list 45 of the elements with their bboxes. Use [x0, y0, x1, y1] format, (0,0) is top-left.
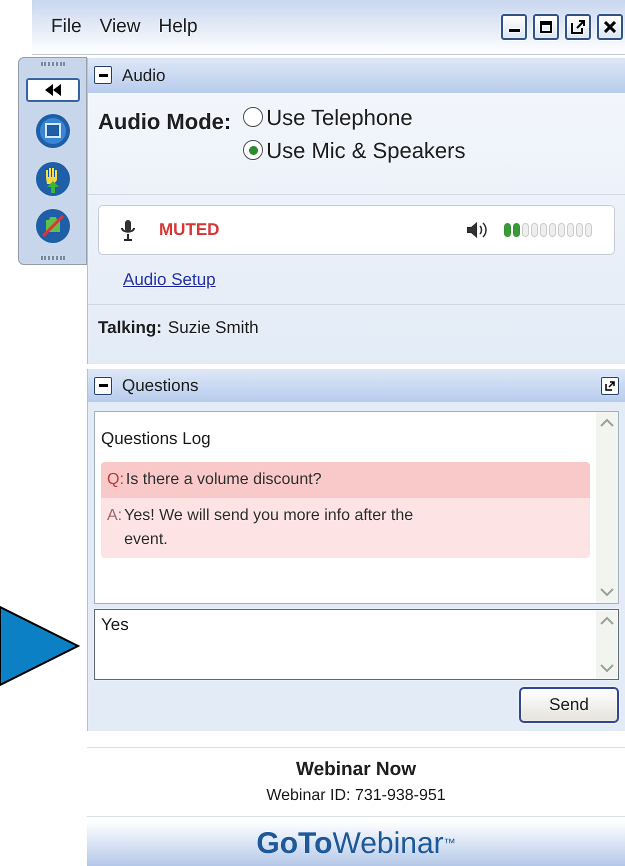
popout-icon [605, 380, 615, 391]
rewind-icon [44, 84, 62, 96]
send-button[interactable]: Send [519, 687, 619, 724]
mute-status: MUTED [159, 219, 220, 242]
collapse-button[interactable] [94, 66, 112, 84]
menu-item[interactable]: File [47, 12, 86, 42]
entry-prefix: A: [107, 506, 122, 526]
entry-text: Yes! We will send you more info after the event. [124, 506, 414, 550]
close-icon [604, 20, 616, 33]
menu-item[interactable]: View [96, 12, 144, 42]
raise-hand-icon[interactable] [34, 160, 70, 197]
talking-label: Talking: [98, 316, 162, 339]
close-button[interactable] [597, 14, 623, 40]
grip-icon[interactable] [40, 62, 64, 66]
lower-hand-icon[interactable] [34, 208, 70, 244]
radio-label: Use Mic & Speakers [266, 136, 466, 165]
panel-title: Audio [122, 64, 166, 87]
message-input[interactable]: Yes [94, 609, 619, 680]
screen-icon[interactable] [34, 113, 70, 150]
audio-setup-link[interactable]: Audio Setup [123, 266, 216, 292]
entry-text: Is there a volume discount? [126, 470, 322, 490]
audio-mode-label: Audio Mode: [98, 108, 232, 136]
collapse-panel-button[interactable] [26, 78, 80, 102]
minimize-button[interactable] [501, 14, 527, 40]
entry-prefix: Q: [107, 470, 124, 490]
pointer-arrow-icon [0, 605, 80, 687]
logo: GoToWebinar$^{™}$ [256, 826, 456, 862]
popout-button[interactable] [565, 14, 591, 40]
webinar-id: Webinar ID: 731-938-951 [266, 786, 446, 806]
talking-name: Suzie Smith [168, 316, 259, 339]
grip-icon[interactable] [40, 256, 64, 260]
collapse-button[interactable] [94, 376, 112, 395]
input-value: Yes [100, 614, 130, 636]
panel-title: Questions [122, 374, 199, 397]
radio-button[interactable] [243, 107, 264, 128]
webinar-name: Webinar Now [296, 758, 416, 782]
popout-button[interactable] [601, 376, 619, 395]
maximize-button[interactable] [533, 14, 559, 40]
radio-label: Use Telephone [266, 104, 413, 132]
popout-icon [571, 20, 585, 34]
radio-button[interactable] [243, 140, 264, 160]
menu-item[interactable]: Help [154, 12, 202, 42]
microphone-icon[interactable] [121, 218, 135, 241]
speaker-icon[interactable] [466, 220, 488, 239]
log-title: Questions Log [101, 428, 212, 450]
